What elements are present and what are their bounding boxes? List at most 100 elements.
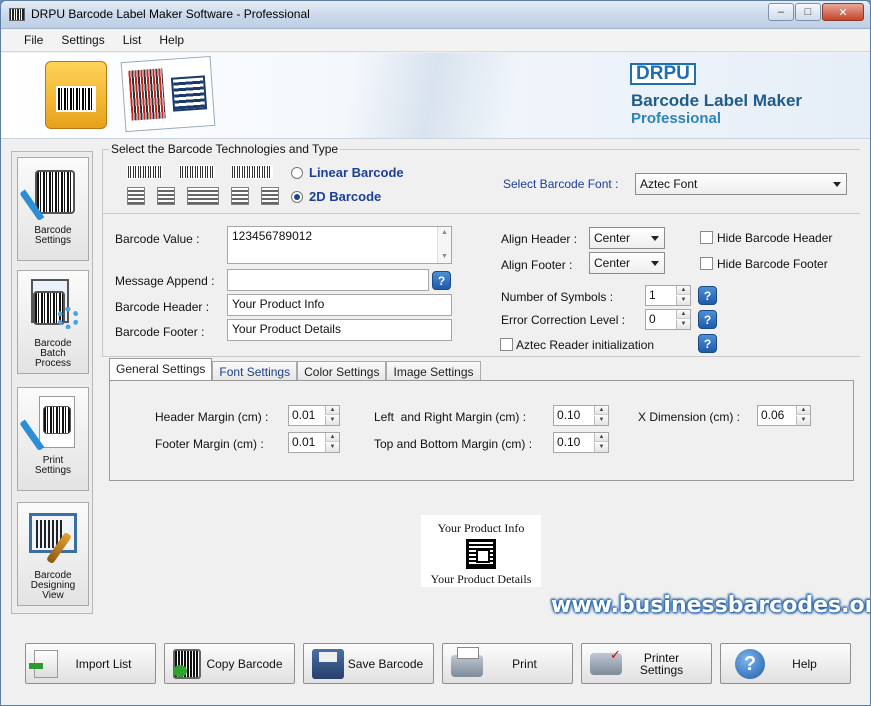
- tab-image-settings[interactable]: Image Settings: [386, 361, 481, 381]
- left-sidebar: Barcode Settings Barcode Batch Process P…: [11, 151, 93, 614]
- minimize-button[interactable]: –: [768, 3, 794, 21]
- 2d-barcode-samples: [127, 187, 279, 205]
- error-correction-label: Error Correction Level :: [501, 313, 626, 327]
- printer-icon: [451, 646, 483, 677]
- sidebar-item-barcode-settings[interactable]: Barcode Settings: [17, 157, 89, 261]
- stepper-up-icon[interactable]: ▲: [325, 433, 339, 442]
- help-icon: ?: [735, 648, 765, 679]
- help-icon[interactable]: ?: [698, 310, 717, 329]
- barcode-header-input[interactable]: Your Product Info: [227, 294, 452, 316]
- tb-margin-label: Top and Bottom Margin (cm) :: [374, 437, 533, 451]
- sidebar-item-designing-view[interactable]: Barcode Designing View: [17, 502, 89, 606]
- 2d-sample-icon: [157, 187, 175, 205]
- sidebar-item-batch-process[interactable]: Barcode Batch Process: [17, 270, 89, 374]
- hide-footer-label: Hide Barcode Footer: [717, 257, 828, 271]
- align-footer-select[interactable]: Center: [589, 252, 665, 274]
- barcode-font-label: Select Barcode Font :: [503, 177, 619, 191]
- 2d-barcode-option[interactable]: 2D Barcode: [291, 189, 381, 204]
- num-symbols-label: Number of Symbols :: [501, 290, 614, 304]
- num-symbols-value: 1: [649, 288, 656, 302]
- product-name: Barcode Label Maker: [631, 91, 803, 110]
- barcode-value-label: Barcode Value :: [115, 232, 200, 246]
- 2d-sample-icon: [231, 187, 249, 205]
- stepper-up-icon[interactable]: ▲: [676, 286, 690, 295]
- help-icon[interactable]: ?: [432, 271, 451, 290]
- close-button[interactable]: ✕: [822, 3, 864, 21]
- footer-margin-stepper[interactable]: 0.01 ▲ ▼: [288, 432, 340, 453]
- tab-color-settings[interactable]: Color Settings: [297, 361, 387, 381]
- error-correction-stepper[interactable]: 0 ▲ ▼: [645, 309, 691, 330]
- barcode-preview: Your Product Info Your Product Details: [421, 515, 541, 587]
- barcode-footer-input[interactable]: Your Product Details: [227, 319, 452, 341]
- menu-settings[interactable]: Settings: [52, 30, 113, 51]
- chevron-down-icon: [833, 182, 841, 187]
- menu-help[interactable]: Help: [150, 30, 193, 51]
- num-symbols-stepper[interactable]: 1 ▲ ▼: [645, 285, 691, 306]
- stepper-up-icon[interactable]: ▲: [676, 310, 690, 319]
- tab-font-settings[interactable]: Font Settings: [212, 361, 298, 381]
- 2d-radio[interactable]: [291, 190, 303, 203]
- header-margin-stepper[interactable]: 0.01 ▲ ▼: [288, 405, 340, 426]
- stepper-down-icon[interactable]: ▼: [594, 443, 608, 452]
- barcode-settings-icon: [19, 164, 81, 222]
- scrollbar[interactable]: ▲ ▼: [437, 227, 451, 263]
- window-title: DRPU Barcode Label Maker Software - Prof…: [31, 7, 310, 21]
- bottom-toolbar: Import List Copy Barcode Save Barcode Pr…: [1, 631, 870, 705]
- message-append-label: Message Append :: [115, 274, 215, 288]
- hide-footer-checkbox[interactable]: [700, 257, 713, 270]
- message-append-input[interactable]: [227, 269, 429, 291]
- align-footer-value: Center: [594, 256, 631, 270]
- align-header-select[interactable]: Center: [589, 227, 665, 249]
- stepper-down-icon[interactable]: ▼: [325, 443, 339, 452]
- button-label: Save Barcode: [347, 656, 424, 671]
- import-list-icon: [29, 649, 58, 678]
- button-label: Print: [512, 656, 537, 671]
- sidebar-item-print-settings[interactable]: Print Settings: [17, 387, 89, 491]
- align-footer-label: Align Footer :: [501, 258, 573, 272]
- title-bar: DRPU Barcode Label Maker Software - Prof…: [1, 1, 870, 29]
- copy-barcode-button[interactable]: Copy Barcode: [164, 643, 295, 684]
- stepper-up-icon[interactable]: ▲: [594, 433, 608, 442]
- tb-margin-stepper[interactable]: 0.10 ▲ ▼: [553, 432, 609, 453]
- barcode-cards-icon: [120, 55, 216, 133]
- lr-margin-stepper[interactable]: 0.10 ▲ ▼: [553, 405, 609, 426]
- menu-file[interactable]: File: [15, 30, 52, 51]
- help-icon[interactable]: ?: [698, 334, 717, 353]
- hide-header-checkbox[interactable]: [700, 231, 713, 244]
- barcode-font-select[interactable]: Aztec Font: [635, 173, 847, 195]
- header-margin-label: Header Margin (cm) :: [155, 410, 269, 424]
- technology-group-legend: Select the Barcode Technologies and Type: [109, 142, 341, 156]
- stepper-up-icon[interactable]: ▲: [796, 406, 810, 415]
- print-button[interactable]: Print: [442, 643, 573, 684]
- stepper-down-icon[interactable]: ▼: [676, 320, 690, 329]
- product-edition: Professional: [631, 110, 722, 127]
- footer-margin-label: Footer Margin (cm) :: [155, 437, 264, 451]
- x-dimension-stepper[interactable]: 0.06 ▲ ▼: [757, 405, 811, 426]
- stepper-up-icon[interactable]: ▲: [594, 406, 608, 415]
- linear-barcode-option[interactable]: Linear Barcode: [291, 165, 404, 180]
- aztec-reader-checkbox[interactable]: [500, 338, 513, 351]
- barcode-value-input[interactable]: 123456789012 ▲ ▼: [227, 226, 452, 264]
- stepper-down-icon[interactable]: ▼: [676, 296, 690, 305]
- tab-general-settings[interactable]: General Settings: [109, 358, 213, 381]
- stepper-down-icon[interactable]: ▼: [325, 416, 339, 425]
- import-list-button[interactable]: Import List: [25, 643, 156, 684]
- button-label: Printer Settings: [639, 650, 684, 677]
- save-barcode-button[interactable]: Save Barcode: [303, 643, 434, 684]
- sidebar-item-label: Print Settings: [34, 455, 72, 476]
- linear-radio[interactable]: [291, 166, 303, 179]
- save-icon: [312, 648, 344, 679]
- help-icon[interactable]: ?: [698, 286, 717, 305]
- 2d-sample-icon: [261, 187, 279, 205]
- stepper-down-icon[interactable]: ▼: [594, 416, 608, 425]
- 2d-sample-icon: [187, 187, 219, 205]
- print-settings-icon: [19, 394, 81, 452]
- printer-settings-button[interactable]: Printer Settings: [581, 643, 712, 684]
- stepper-up-icon[interactable]: ▲: [325, 406, 339, 415]
- maximize-button[interactable]: □: [795, 3, 821, 21]
- general-settings-panel: Header Margin (cm) : 0.01 ▲ ▼ Footer Mar…: [109, 380, 854, 481]
- menu-list[interactable]: List: [114, 30, 151, 51]
- help-button[interactable]: ? Help: [720, 643, 851, 684]
- stepper-down-icon[interactable]: ▼: [796, 416, 810, 425]
- barcode-header-label: Barcode Header :: [115, 300, 210, 314]
